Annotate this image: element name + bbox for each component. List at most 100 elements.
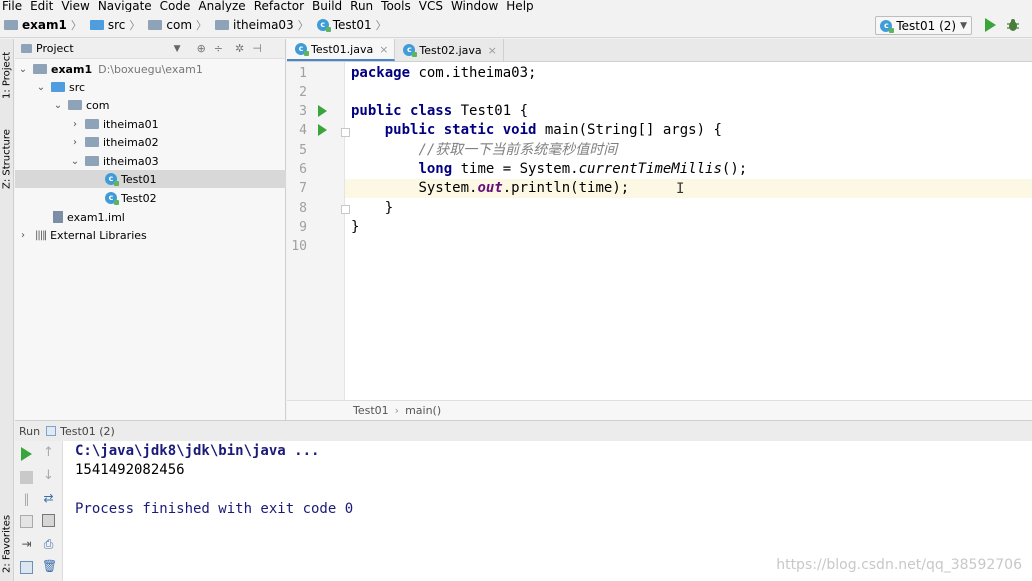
menu-tools[interactable]: Tools (379, 0, 416, 12)
fold-marker-icon[interactable] (341, 128, 350, 137)
menu-build[interactable]: Build (310, 0, 347, 12)
run-class-gutter-icon[interactable] (318, 105, 327, 117)
tree-item-itheima02[interactable]: › itheima02 (15, 133, 286, 151)
editor-tab-bar: c Test01.java × c Test02.java × (287, 39, 1032, 62)
up-arrow-icon[interactable]: ↑ (42, 446, 55, 459)
expand-arrow-icon[interactable]: ⌄ (35, 82, 47, 93)
code-line-7: System.out.println(time); (345, 179, 1032, 198)
line-number: 6 (299, 162, 307, 177)
trash-icon[interactable]: 🗑 (42, 560, 57, 573)
rerun-button[interactable] (21, 447, 32, 461)
run-main-gutter-icon[interactable] (318, 124, 327, 136)
package-icon (85, 156, 99, 166)
pause-icon[interactable]: ‖ (20, 493, 33, 506)
soft-wrap-icon[interactable]: ⇄ (42, 492, 55, 505)
breadcrumb-separator-icon: 〉 (129, 18, 141, 32)
left-tool-stripe: 1: Project Z: Structure 2: Favorites (0, 39, 14, 581)
menu-window[interactable]: Window (449, 0, 503, 12)
collapse-arrow-icon[interactable]: › (69, 137, 81, 148)
code-text: Test01 { (452, 103, 529, 119)
run-tab-label[interactable]: Test01 (2) (60, 425, 115, 438)
code-editor[interactable]: 1 2 3 4 5 6 7 8 9 10 package com.itheima… (287, 62, 1032, 400)
menu-code[interactable]: Code (158, 0, 196, 12)
breadcrumb-project[interactable]: exam1 〉 (4, 17, 86, 33)
console-command-line: C:\java\jdk8\jdk\bin\java ... (75, 443, 320, 459)
stop-button[interactable] (20, 471, 33, 484)
run-button[interactable] (985, 18, 996, 32)
scroll-to-end-icon[interactable] (42, 514, 55, 527)
gear-icon[interactable]: ✲ (235, 42, 244, 55)
tree-item-itheima01[interactable]: › itheima01 (15, 115, 286, 133)
menu-vcs[interactable]: VCS (417, 0, 448, 12)
menu-run[interactable]: Run (348, 0, 378, 12)
editor-breadcrumb-method[interactable]: main() (405, 404, 441, 417)
chevron-down-icon[interactable]: ▼ (174, 44, 181, 54)
close-icon[interactable]: × (488, 44, 497, 57)
tab-test02-java[interactable]: c Test02.java × (395, 39, 504, 61)
package-icon (148, 19, 163, 30)
debug-button[interactable] (1006, 18, 1020, 32)
breadcrumb-itheima03[interactable]: itheima03 〉 (215, 17, 313, 33)
close-icon[interactable]: × (379, 43, 388, 56)
tree-item-exam1[interactable]: ⌄ exam1 D:\boxuegu\exam1 (15, 60, 286, 78)
tab-label: Test02.java (419, 43, 482, 57)
layout-icon[interactable] (20, 561, 33, 574)
tree-item-itheima03[interactable]: ⌄ itheima03 (15, 152, 286, 170)
code-text: System. (418, 180, 478, 196)
down-arrow-icon[interactable]: ↓ (42, 469, 55, 482)
editor-breadcrumb-class[interactable]: Test01 (353, 404, 389, 417)
menu-analyze[interactable]: Analyze (196, 0, 250, 12)
tree-item-src[interactable]: ⌄ src (15, 78, 286, 96)
breadcrumb-com[interactable]: com 〉 (148, 17, 211, 33)
line-number: 2 (299, 85, 307, 100)
menu-refactor[interactable]: Refactor (252, 0, 309, 12)
project-view-select[interactable]: Project (36, 42, 74, 55)
watermark: https://blog.csdn.net/qq_38592706 (776, 557, 1022, 573)
tree-item-external-libraries[interactable]: › |||‖ External Libraries (15, 226, 286, 244)
tree-item-exam1-iml[interactable]: exam1.iml (15, 208, 286, 226)
tab-test01-java[interactable]: c Test01.java × (287, 39, 396, 61)
code-line-1: package com.itheima03; (351, 64, 536, 83)
tree-item-test01[interactable]: c Test01 (15, 170, 286, 188)
menu-help[interactable]: Help (504, 0, 538, 12)
breadcrumb-test01[interactable]: c Test01 〉 (316, 17, 391, 33)
tab-structure-tool[interactable]: Z: Structure (0, 123, 14, 195)
menu-view[interactable]: View (59, 0, 94, 12)
print-icon[interactable]: ⎙ (42, 538, 55, 551)
breadcrumb-src[interactable]: src 〉 (89, 17, 145, 33)
tab-project-tool[interactable]: 1: Project (0, 43, 14, 107)
locate-icon[interactable]: ⊕ (197, 42, 206, 55)
breadcrumb-label: exam1 (22, 17, 67, 32)
breadcrumb-separator-icon: 〉 (375, 18, 387, 32)
java-class-icon: c (880, 19, 895, 33)
line-number: 3 (299, 104, 307, 119)
tree-item-label: Test01 (121, 172, 157, 186)
source-folder-icon (51, 82, 65, 92)
expand-arrow-icon[interactable]: ⌄ (17, 64, 29, 75)
run-configuration-select[interactable]: c Test01 (2) ▼ (875, 16, 972, 35)
module-path: D:\boxuegu\exam1 (98, 62, 203, 76)
collapse-arrow-icon[interactable]: › (69, 119, 81, 130)
menu-navigate[interactable]: Navigate (96, 0, 157, 12)
menu-bar: File Edit View Navigate Code Analyze Ref… (0, 0, 1032, 12)
exit-icon[interactable]: ⇥ (20, 538, 33, 551)
code-text: } (351, 219, 360, 235)
breadcrumb-separator-icon: › (394, 404, 400, 417)
tree-item-test02[interactable]: c Test02 (15, 189, 286, 207)
collapse-icon[interactable]: ÷ (214, 42, 223, 55)
code-text: (); (721, 161, 748, 177)
hide-panel-icon[interactable]: ⊣ (252, 42, 262, 55)
package-icon (85, 119, 99, 129)
libraries-icon: |||‖ (35, 229, 47, 241)
tree-item-com[interactable]: ⌄ com (15, 96, 286, 114)
expand-arrow-icon[interactable]: ⌄ (69, 156, 81, 167)
fold-marker-icon[interactable] (341, 205, 350, 214)
menu-edit[interactable]: Edit (28, 0, 58, 12)
collapse-arrow-icon[interactable]: › (17, 230, 29, 241)
run-panel-title: Run (19, 424, 41, 438)
menu-file[interactable]: File (0, 0, 27, 12)
tab-favorites-tool[interactable]: 2: Favorites (0, 509, 14, 579)
dump-threads-icon[interactable] (20, 515, 33, 528)
java-class-icon: c (105, 173, 119, 186)
expand-arrow-icon[interactable]: ⌄ (52, 100, 64, 111)
